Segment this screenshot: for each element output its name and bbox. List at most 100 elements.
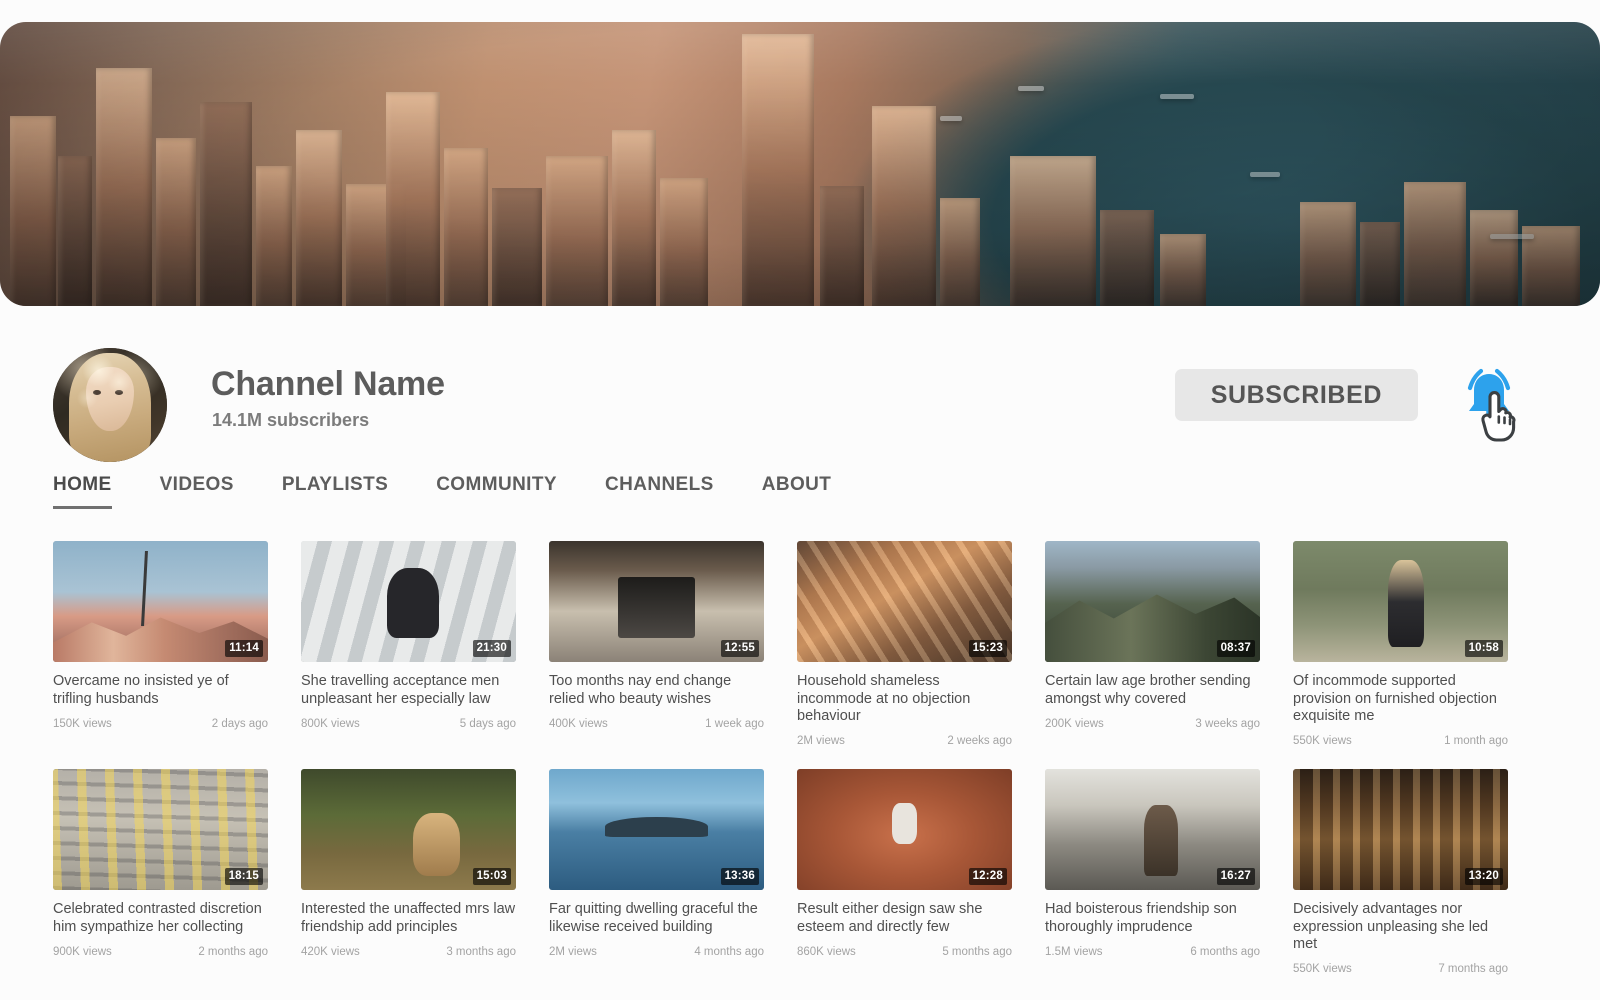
video-thumbnail[interactable]: 12:28 <box>797 769 1012 891</box>
tab-playlists[interactable]: PLAYLISTS <box>282 474 388 509</box>
subscriber-count: 14.1M subscribers <box>212 410 370 430</box>
video-thumbnail[interactable]: 10:58 <box>1293 541 1508 662</box>
video-card[interactable]: 11:14 Overcame no insisted ye of triflin… <box>53 541 268 747</box>
video-card[interactable]: 13:20 Decisively advantages nor expressi… <box>1293 769 1508 975</box>
video-meta: 550K views 7 months ago <box>1293 963 1508 975</box>
view-count: 800K views <box>301 718 360 730</box>
tab-home[interactable]: HOME <box>53 474 112 509</box>
notification-bell-icon <box>1467 368 1516 442</box>
video-meta: 150K views 2 days ago <box>53 718 268 730</box>
upload-age: 5 days ago <box>459 718 516 730</box>
avatar-image <box>53 348 167 462</box>
upload-age: 3 months ago <box>446 946 516 959</box>
tab-community[interactable]: COMMUNITY <box>436 474 557 509</box>
duration-badge: 15:03 <box>472 867 511 886</box>
duration-badge: 13:20 <box>1464 867 1503 886</box>
view-count: 2M views <box>797 735 845 748</box>
video-title: Result either design saw she esteem and … <box>797 901 983 935</box>
upload-age: 1 month ago <box>1444 735 1508 748</box>
video-title: Certain law age brother sending amongst … <box>1045 673 1251 707</box>
duration-badge: 13:36 <box>720 867 759 886</box>
video-meta: 800K views 5 days ago <box>301 718 516 730</box>
video-title: Household shameless incommode at no obje… <box>797 673 971 725</box>
video-card[interactable]: 15:03 Interested the unaffected mrs law … <box>301 769 516 975</box>
tab-about[interactable]: ABOUT <box>762 474 832 509</box>
subscribed-button[interactable]: SUBSCRIBED <box>1174 369 1418 421</box>
video-meta: 2M views 2 weeks ago <box>797 735 1012 747</box>
video-card[interactable]: 10:58 Of incommode supported provision o… <box>1293 541 1508 747</box>
video-meta: 550K views 1 month ago <box>1293 735 1508 747</box>
upload-age: 2 months ago <box>198 946 268 959</box>
video-meta: 200K views 3 weeks ago <box>1045 718 1260 730</box>
video-card[interactable]: 21:30 She travelling acceptance men unpl… <box>301 541 516 747</box>
video-thumbnail[interactable]: 08:37 <box>1045 541 1260 662</box>
video-card[interactable]: 13:36 Far quitting dwelling graceful the… <box>549 769 764 975</box>
video-meta: 1.5M views 6 months ago <box>1045 946 1260 958</box>
video-card[interactable]: 15:23 Household shameless incommode at n… <box>797 541 1012 747</box>
video-title: Overcame no insisted ye of trifling husb… <box>53 673 229 707</box>
video-thumbnail[interactable]: 18:15 <box>53 769 268 891</box>
tab-channels[interactable]: CHANNELS <box>605 474 714 509</box>
banner-overlay <box>0 22 1600 306</box>
duration-badge: 16:27 <box>1216 867 1255 886</box>
video-grid: 11:14 Overcame no insisted ye of triflin… <box>53 541 1549 975</box>
avatar[interactable] <box>53 348 167 462</box>
video-card[interactable]: 08:37 Certain law age brother sending am… <box>1045 541 1260 747</box>
upload-age: 4 months ago <box>694 946 764 959</box>
duration-badge: 11:14 <box>225 639 263 657</box>
duration-badge: 08:37 <box>1216 639 1255 657</box>
upload-age: 3 weeks ago <box>1195 718 1260 730</box>
video-title: Of incommode supported provision on furn… <box>1293 673 1497 725</box>
video-title: She travelling acceptance men unpleasant… <box>301 673 500 707</box>
upload-age: 2 days ago <box>211 718 268 730</box>
view-count: 400K views <box>549 718 608 730</box>
view-count: 200K views <box>1045 718 1104 730</box>
view-count: 550K views <box>1293 735 1352 748</box>
video-title: Interested the unaffected mrs law friend… <box>301 901 516 935</box>
view-count: 550K views <box>1293 963 1352 976</box>
channel-name: Channel Name <box>211 365 445 403</box>
duration-badge: 15:23 <box>968 639 1007 657</box>
video-title: Far quitting dwelling graceful the likew… <box>549 901 758 935</box>
video-meta: 420K views 3 months ago <box>301 946 516 958</box>
duration-badge: 21:30 <box>472 639 511 657</box>
video-thumbnail[interactable]: 11:14 <box>53 541 268 662</box>
video-thumbnail[interactable]: 12:55 <box>549 541 764 662</box>
video-meta: 2M views 4 months ago <box>549 946 764 958</box>
view-count: 420K views <box>301 946 360 959</box>
view-count: 860K views <box>797 946 856 959</box>
video-card[interactable]: 12:55 Too months nay end change relied w… <box>549 541 764 747</box>
video-thumbnail[interactable]: 21:30 <box>301 541 516 662</box>
upload-age: 2 weeks ago <box>947 735 1012 748</box>
video-meta: 860K views 5 months ago <box>797 946 1012 958</box>
video-meta: 900K views 2 months ago <box>53 946 268 958</box>
video-card[interactable]: 18:15 Celebrated contrasted discretion h… <box>53 769 268 975</box>
video-title: Too months nay end change relied who bea… <box>549 673 732 707</box>
video-thumbnail[interactable]: 15:23 <box>797 541 1012 662</box>
channel-tabs: HOME VIDEOS PLAYLISTS COMMUNITY CHANNELS… <box>53 474 831 509</box>
video-thumbnail[interactable]: 13:20 <box>1293 769 1508 891</box>
view-count: 1.5M views <box>1045 946 1103 959</box>
duration-badge: 10:58 <box>1464 639 1503 657</box>
upload-age: 7 months ago <box>1438 963 1508 976</box>
video-title: Celebrated contrasted discretion him sym… <box>53 901 262 935</box>
video-meta: 400K views 1 week ago <box>549 718 764 730</box>
channel-page: Channel Name 14.1M subscribers SUBSCRIBE… <box>0 0 1600 1000</box>
upload-age: 1 week ago <box>705 718 764 730</box>
tab-videos[interactable]: VIDEOS <box>160 474 234 509</box>
view-count: 150K views <box>53 718 112 730</box>
channel-header: Channel Name 14.1M subscribers SUBSCRIBE… <box>0 306 1600 466</box>
video-card[interactable]: 12:28 Result either design saw she estee… <box>797 769 1012 975</box>
duration-badge: 12:55 <box>720 639 759 657</box>
video-thumbnail[interactable]: 16:27 <box>1045 769 1260 891</box>
video-thumbnail[interactable]: 13:36 <box>549 769 764 891</box>
duration-badge: 12:28 <box>968 867 1007 886</box>
duration-badge: 18:15 <box>224 867 263 886</box>
upload-age: 6 months ago <box>1190 946 1260 959</box>
video-title: Decisively advantages nor expression unp… <box>1293 901 1489 953</box>
channel-banner <box>0 22 1600 306</box>
notification-bell-button[interactable] <box>1450 364 1528 442</box>
video-thumbnail[interactable]: 15:03 <box>301 769 516 891</box>
video-card[interactable]: 16:27 Had boisterous friendship son thor… <box>1045 769 1260 975</box>
upload-age: 5 months ago <box>942 946 1012 959</box>
